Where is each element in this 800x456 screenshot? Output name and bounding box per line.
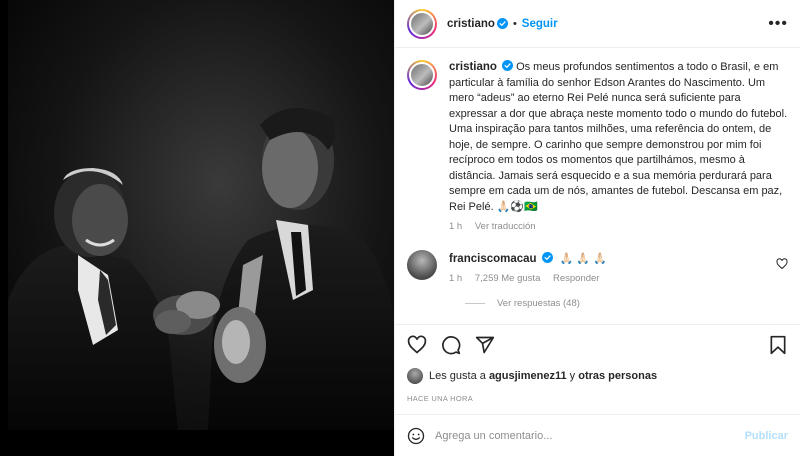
emoji-smiley-icon[interactable] (407, 427, 425, 445)
more-horizontal-icon[interactable]: ••• (768, 15, 788, 32)
post-panel: cristiano • Seguir ••• cristiano Os meus… (394, 0, 800, 456)
caption-emojis: 🙏🏻⚽🇧🇷 (496, 200, 538, 213)
bookmark-icon[interactable] (768, 335, 788, 355)
comment-composer: Publicar (395, 414, 800, 456)
likes-prefix: Les gusta a (429, 370, 486, 382)
author-username[interactable]: cristiano (447, 18, 495, 30)
comment-bubble-icon[interactable] (441, 335, 461, 355)
comment-input[interactable] (435, 429, 745, 442)
comment-time[interactable]: 1 h (449, 273, 462, 284)
view-replies-label: Ver respuestas (48) (497, 298, 580, 309)
share-send-icon[interactable] (475, 335, 495, 355)
comment-like-heart-icon[interactable] (776, 258, 788, 270)
comment-meta: 1 h 7,259 Me gusta Responder (449, 273, 610, 284)
comment-item: franciscomacau 🙏🏻🙏🏻🙏🏻 1 h 7,259 Me gusta… (407, 250, 788, 284)
caption-text: Os meus profundos sentimentos a todo o B… (449, 61, 788, 213)
post-photo[interactable] (8, 0, 394, 456)
comments-scroll[interactable]: cristiano Os meus profundos sentimentos … (395, 48, 800, 324)
post-header: cristiano • Seguir ••• (395, 0, 800, 48)
action-bar (395, 324, 800, 364)
commenter-username[interactable]: franciscomacau (449, 253, 537, 265)
caption-username[interactable]: cristiano (449, 61, 497, 73)
verified-badge-icon (496, 18, 508, 29)
others-link[interactable]: otras personas (578, 370, 657, 382)
follow-button[interactable]: Seguir (522, 18, 558, 30)
commenter-avatar[interactable] (407, 250, 437, 280)
verified-badge-icon (541, 252, 553, 263)
liker-avatar[interactable] (407, 368, 423, 384)
verified-badge-icon (502, 60, 513, 71)
publish-button[interactable]: Publicar (745, 430, 788, 442)
post-timestamp[interactable]: HACE UNA HORA (395, 388, 800, 414)
like-heart-icon[interactable] (407, 335, 427, 355)
replies-divider (465, 303, 485, 304)
comment-text-block: franciscomacau 🙏🏻🙏🏻🙏🏻 (449, 250, 610, 267)
likes-summary: Les gusta a agusjimenez11 y otras person… (395, 364, 800, 388)
separator-dot: • (512, 17, 517, 30)
photo-illustration (8, 0, 394, 456)
post-modal: cristiano • Seguir ••• cristiano Os meus… (8, 0, 800, 456)
caption-avatar[interactable] (407, 60, 437, 90)
translate-link[interactable]: Ver traducción (475, 221, 536, 232)
likes-middle: y (569, 370, 576, 382)
comment-emojis: 🙏🏻🙏🏻🙏🏻 (559, 253, 610, 265)
view-replies-button[interactable]: Ver respuestas (48) (465, 298, 788, 309)
caption-meta: 1 h Ver traducción (449, 221, 789, 232)
reply-button[interactable]: Responder (553, 273, 599, 284)
liker-username[interactable]: agusjimenez11 (489, 370, 567, 382)
caption-block: cristiano Os meus profundos sentimentos … (407, 60, 788, 232)
caption-time[interactable]: 1 h (449, 221, 462, 232)
author-avatar[interactable] (407, 8, 437, 39)
comment-likes[interactable]: 7,259 Me gusta (475, 273, 541, 284)
caption-text-block: cristiano Os meus profundos sentimentos … (449, 60, 789, 215)
